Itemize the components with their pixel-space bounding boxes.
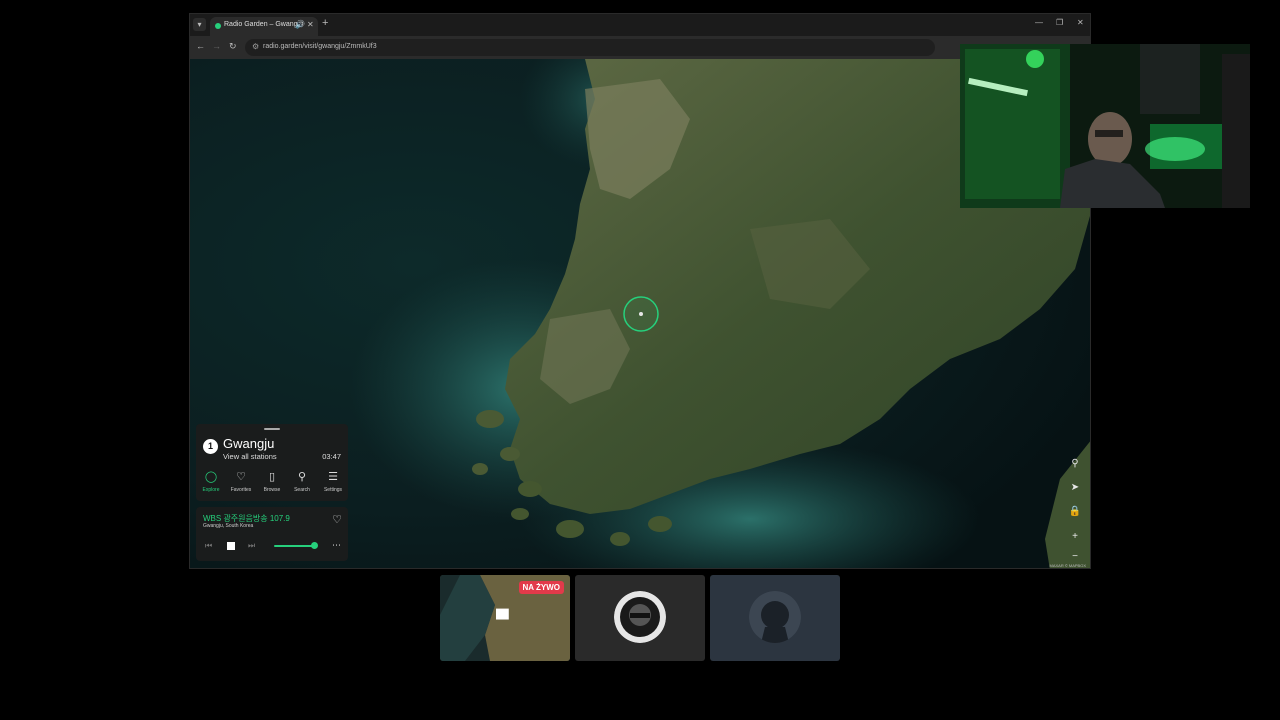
reload-button[interactable]: ↻ <box>229 41 237 52</box>
webcam-image <box>960 44 1250 208</box>
url-text: radio.garden/visit/gwangju/ZmmkUf3 <box>263 43 377 50</box>
nav-label: Settings <box>323 487 343 493</box>
browser-tab[interactable]: Radio Garden – Gwangju 🔊 ✕ <box>210 17 318 36</box>
panel-nav: ◯ Explore ♡ Favorites ▯ Browse ⚲ Search … <box>196 470 348 496</box>
location-pin-icon[interactable]: ⚲ <box>1068 457 1082 471</box>
new-tab-button[interactable]: + <box>322 17 328 29</box>
radio-panel: 1 Gwangju View all stations 03:47 ◯ Expl… <box>196 424 348 561</box>
video-tile-participant[interactable] <box>575 575 705 661</box>
nav-settings[interactable]: ☰ Settings <box>318 470 348 493</box>
now-playing-card: WBS 광주원음방송 107.9 Gwangju, South Korea ♡ … <box>196 507 348 561</box>
back-button[interactable]: ← <box>196 41 205 51</box>
speaker-icon[interactable]: 🔊 <box>295 20 305 29</box>
previous-icon[interactable]: ⏮ <box>205 541 212 551</box>
tab-title: Radio Garden – Gwangju <box>224 21 303 28</box>
site-info-icon[interactable]: ⚙ <box>252 42 259 51</box>
nav-explore[interactable]: ◯ Explore <box>196 470 226 493</box>
video-tile-participant-2[interactable] <box>710 575 840 661</box>
webcam-feed <box>960 44 1250 208</box>
maximize-icon[interactable]: ❐ <box>1056 18 1063 27</box>
close-window-icon[interactable]: ✕ <box>1077 18 1084 27</box>
map-icon: ▯ <box>268 471 276 483</box>
nav-label: Favorites <box>230 487 252 493</box>
forward-button[interactable]: → <box>212 41 221 51</box>
live-badge: NA ŻYWO <box>518 581 564 594</box>
lock-icon[interactable]: 🔒 <box>1068 505 1082 519</box>
tab-bar: ▾ Radio Garden – Gwangju 🔊 ✕ + — ❐ ✕ <box>190 14 1090 36</box>
local-time: 03:47 <box>322 452 341 461</box>
volume-knob[interactable] <box>311 542 318 549</box>
search-icon: ⚲ <box>297 471 307 483</box>
favorite-heart-icon[interactable]: ♡ <box>332 513 342 526</box>
next-icon[interactable]: ⏭ <box>248 541 255 551</box>
view-all-stations-link[interactable]: View all stations <box>223 452 277 461</box>
place-title[interactable]: Gwangju <box>223 436 274 451</box>
zoom-out-button[interactable]: − <box>1068 550 1082 564</box>
nav-label: Explore <box>202 487 220 493</box>
browser-toolbar: ← → ↻ ⚙ radio.garden/visit/gwangju/ZmmkU… <box>190 36 1090 59</box>
menu-icon: ☰ <box>328 471 338 483</box>
navigate-arrow-icon[interactable]: ➤ <box>1068 481 1082 495</box>
nav-search[interactable]: ⚲ Search <box>287 470 317 493</box>
zoom-in-button[interactable]: + <box>1068 530 1082 544</box>
map-attribution: MAXAR © MAPBOX <box>1049 563 1086 568</box>
tab-search-button[interactable]: ▾ <box>193 18 206 31</box>
nav-label: Browse <box>263 487 281 493</box>
volume-slider[interactable] <box>274 545 314 547</box>
stop-button[interactable] <box>227 542 235 550</box>
nav-label: Search <box>294 487 310 493</box>
station-count-badge: 1 <box>203 439 218 454</box>
minimize-icon[interactable]: — <box>1035 18 1043 27</box>
avatar <box>614 591 666 643</box>
nav-browse[interactable]: ▯ Browse <box>257 470 287 493</box>
avatar <box>749 591 801 643</box>
more-options-icon[interactable]: ⋯ <box>332 540 341 551</box>
heart-icon: ♡ <box>236 471 246 483</box>
radio-garden-favicon-icon <box>215 23 221 29</box>
station-location: Gwangju, South Korea <box>203 523 254 529</box>
drag-handle[interactable] <box>264 428 280 430</box>
explore-icon: ◯ <box>204 471 218 483</box>
close-tab-icon[interactable]: ✕ <box>307 20 314 29</box>
address-bar[interactable]: ⚙ radio.garden/visit/gwangju/ZmmkUf3 <box>245 39 935 56</box>
nav-favorites[interactable]: ♡ Favorites <box>226 470 256 493</box>
place-card: 1 Gwangju View all stations 03:47 ◯ Expl… <box>196 424 348 501</box>
video-tile-live[interactable]: NA ŻYWO ▀ <box>440 575 570 661</box>
screen-share-icon: ▀ <box>496 609 509 629</box>
